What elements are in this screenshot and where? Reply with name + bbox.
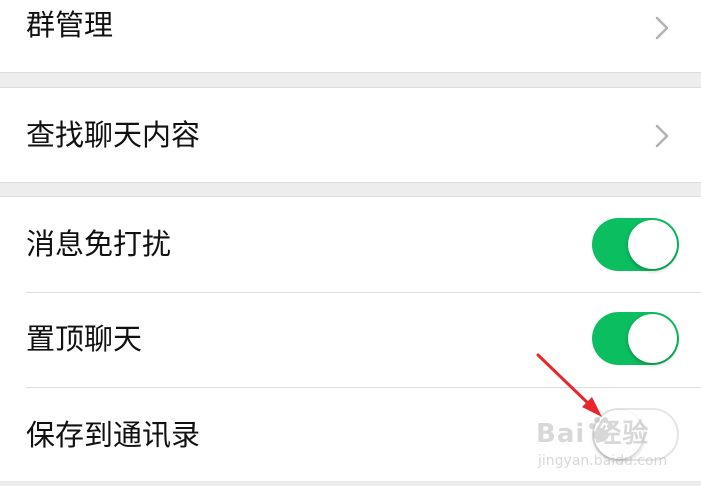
mute-row: 消息免打扰 bbox=[0, 197, 701, 293]
toggle-knob bbox=[628, 220, 677, 269]
search-chat-row[interactable]: 查找聊天内容 bbox=[0, 88, 701, 182]
search-chat-label: 查找聊天内容 bbox=[26, 118, 201, 152]
watermark-url: jingyan.baidu.com bbox=[538, 453, 668, 469]
group-manage-row[interactable]: 群管理 bbox=[0, 0, 701, 72]
group-manage-label: 群管理 bbox=[26, 8, 114, 42]
save-contacts-label: 保存到通讯录 bbox=[26, 418, 201, 452]
bottom-gap bbox=[0, 481, 701, 486]
pointer-arrow-icon bbox=[536, 353, 602, 417]
chevron-right-icon bbox=[655, 16, 669, 40]
search-chat-section: 查找聊天内容 bbox=[0, 87, 701, 183]
chevron-right-icon bbox=[655, 124, 669, 148]
mute-toggle[interactable] bbox=[592, 218, 679, 271]
pin-chat-label: 置顶聊天 bbox=[26, 322, 143, 356]
mute-label: 消息免打扰 bbox=[26, 227, 172, 261]
group-manage-section: 群管理 bbox=[0, 0, 701, 73]
toggle-knob bbox=[628, 314, 677, 363]
